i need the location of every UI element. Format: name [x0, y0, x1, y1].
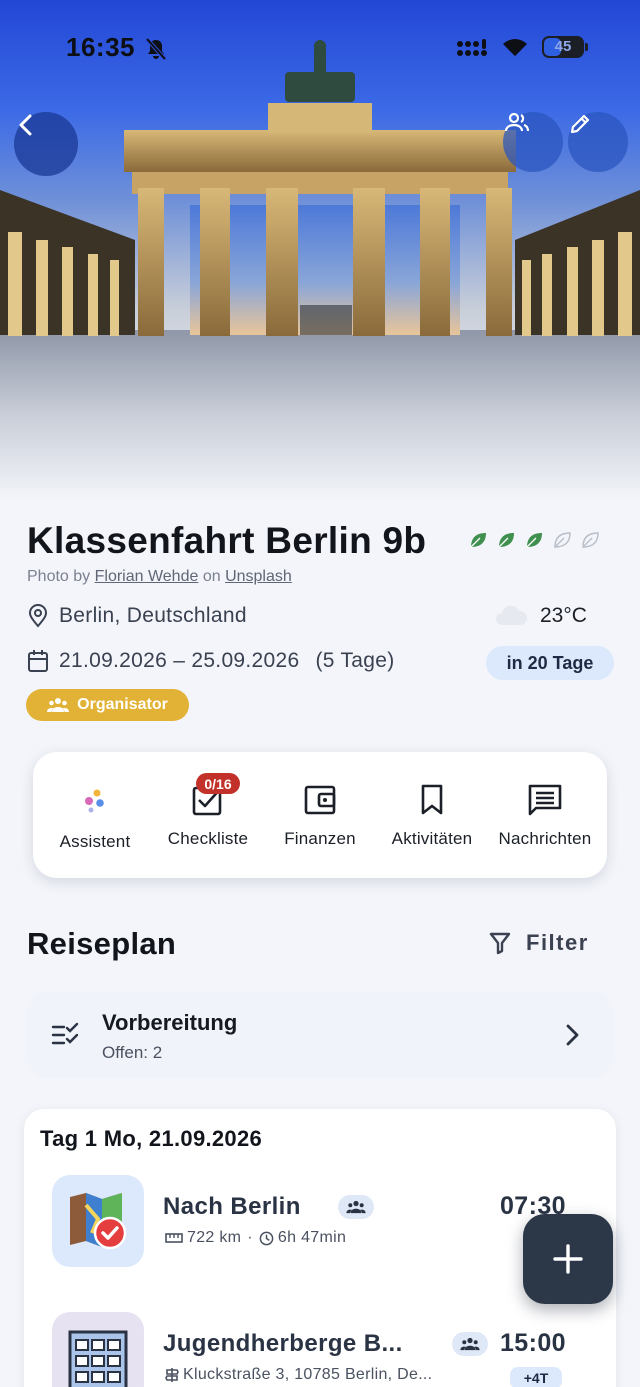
add-button[interactable] — [523, 1214, 613, 1304]
plan-item[interactable]: Jugendherberge B... Kluckstraße 3, 10785… — [52, 1312, 592, 1387]
quick-action-label: Nachrichten — [498, 829, 592, 848]
edit-button[interactable] — [568, 112, 628, 172]
leaf-filled-icon — [526, 533, 542, 548]
preparation-row[interactable]: Vorbereitung Offen: 2 — [27, 992, 613, 1078]
filter-label: Filter — [526, 930, 589, 955]
filter-funnel-icon — [489, 932, 511, 955]
bookmark-icon — [421, 784, 443, 815]
plan-item[interactable]: Nach Berlin 722 km · 6h 47min 07:30 — [52, 1175, 592, 1267]
duration-text: (5 Tage) — [315, 649, 395, 672]
shared-group-chip — [452, 1332, 488, 1356]
item-meta: 722 km · 6h 47min — [165, 1229, 346, 1247]
filter-button[interactable]: Filter — [488, 930, 589, 956]
quick-action-checklist[interactable]: Checkliste — [152, 752, 264, 878]
item-title: Nach Berlin — [163, 1193, 301, 1220]
quick-action-messages[interactable]: Nachrichten — [489, 752, 601, 878]
photo-source-link[interactable]: Unsplash — [225, 568, 292, 585]
pencil-icon — [570, 114, 590, 134]
item-title: Jugendherberge B... — [163, 1330, 403, 1357]
group-icon — [504, 112, 530, 132]
quick-action-activities[interactable]: Aktivitäten — [376, 752, 488, 878]
participants-button[interactable] — [503, 112, 563, 172]
quick-action-label: Assistent — [59, 832, 131, 851]
hero-image: 16:35 45 — [0, 0, 640, 500]
checklist-lines-icon — [51, 1022, 79, 1045]
quick-action-label: Aktivitäten — [391, 829, 473, 848]
item-thumbnail — [52, 1175, 144, 1267]
distance-text: 722 km — [187, 1229, 242, 1246]
leaf-empty-icon — [554, 532, 571, 548]
date-range-text: 21.09.2026 – 25.09.2026 — [59, 649, 300, 672]
role-text: Organisator — [77, 696, 168, 713]
photo-author-link[interactable]: Florian Wehde — [95, 568, 199, 585]
leaf-empty-icon — [582, 532, 599, 548]
chevron-left-icon — [19, 114, 32, 136]
weather-info: 23°C — [494, 604, 587, 628]
route-map-icon — [70, 1193, 127, 1250]
group-icon — [47, 698, 70, 712]
location-text: Berlin, Deutschland — [59, 604, 247, 627]
photo-credit: Photo by Florian Wehde on Unsplash — [27, 568, 292, 586]
role-badge: Organisator — [26, 689, 189, 721]
item-time: 15:00 — [500, 1329, 566, 1357]
message-icon — [528, 784, 562, 816]
photo-credit-connector: on — [202, 568, 221, 585]
shared-group-chip — [338, 1195, 374, 1219]
group-icon — [346, 1200, 366, 1214]
temperature-text: 23°C — [540, 604, 587, 627]
status-time: 16:35 — [66, 32, 135, 62]
sustainability-rating — [468, 530, 600, 550]
leaf-filled-icon — [498, 533, 514, 548]
cloud-icon — [496, 605, 528, 625]
preparation-title: Vorbereitung — [102, 1010, 238, 1035]
preparation-subtitle: Offen: 2 — [102, 1043, 163, 1062]
meta-separator: · — [247, 1229, 253, 1246]
quick-action-assistant[interactable]: Assistent — [39, 752, 151, 878]
checklist-count-badge: 0/16 — [196, 773, 240, 794]
trip-location: Berlin, Deutschland — [27, 604, 247, 628]
back-button[interactable] — [14, 112, 78, 176]
brandenburg-gate-illustration — [0, 40, 640, 500]
plus-icon — [553, 1244, 583, 1274]
battery-indicator: 45 — [542, 36, 588, 58]
item-thumbnail — [52, 1312, 144, 1387]
status-bar: 16:35 45 — [0, 30, 640, 66]
item-meta: Kluckstraße 3, 10785 Berlin, De... — [165, 1366, 432, 1384]
clock-icon — [259, 1231, 274, 1245]
signpost-icon — [165, 1368, 179, 1382]
quick-action-finances[interactable]: Finanzen — [264, 752, 376, 878]
wallet-icon — [304, 785, 336, 815]
assistant-dots-icon — [85, 789, 104, 813]
duration-text: 6h 47min — [277, 1229, 347, 1246]
chevron-right-icon — [566, 1024, 579, 1046]
quick-action-label: Finanzen — [284, 829, 356, 848]
photo-credit-prefix: Photo by — [27, 568, 91, 585]
plan-title: Reiseplan — [27, 926, 177, 961]
hotel-building-icon — [68, 1330, 128, 1387]
location-pin-icon — [28, 604, 48, 628]
trip-title: Klassenfahrt Berlin 9b — [27, 520, 427, 561]
ruler-icon — [165, 1233, 183, 1243]
quick-action-label: Checkliste — [167, 829, 249, 848]
battery-percent: 45 — [554, 38, 572, 55]
extra-days-chip: +4T — [510, 1367, 562, 1387]
countdown-badge: in 20 Tage — [486, 646, 614, 680]
group-icon — [460, 1337, 480, 1351]
address-text: Kluckstraße 3, 10785 Berlin, De... — [183, 1366, 433, 1383]
calendar-icon — [28, 650, 48, 672]
leaf-filled-icon — [470, 533, 486, 548]
day-title: Tag 1 Mo, 21.09.2026 — [40, 1126, 263, 1151]
trip-dates: 21.09.2026 – 25.09.2026 (5 Tage) — [27, 649, 395, 673]
quick-actions-bar: Assistent Checkliste 0/16 Finanzen Aktiv… — [33, 752, 607, 878]
